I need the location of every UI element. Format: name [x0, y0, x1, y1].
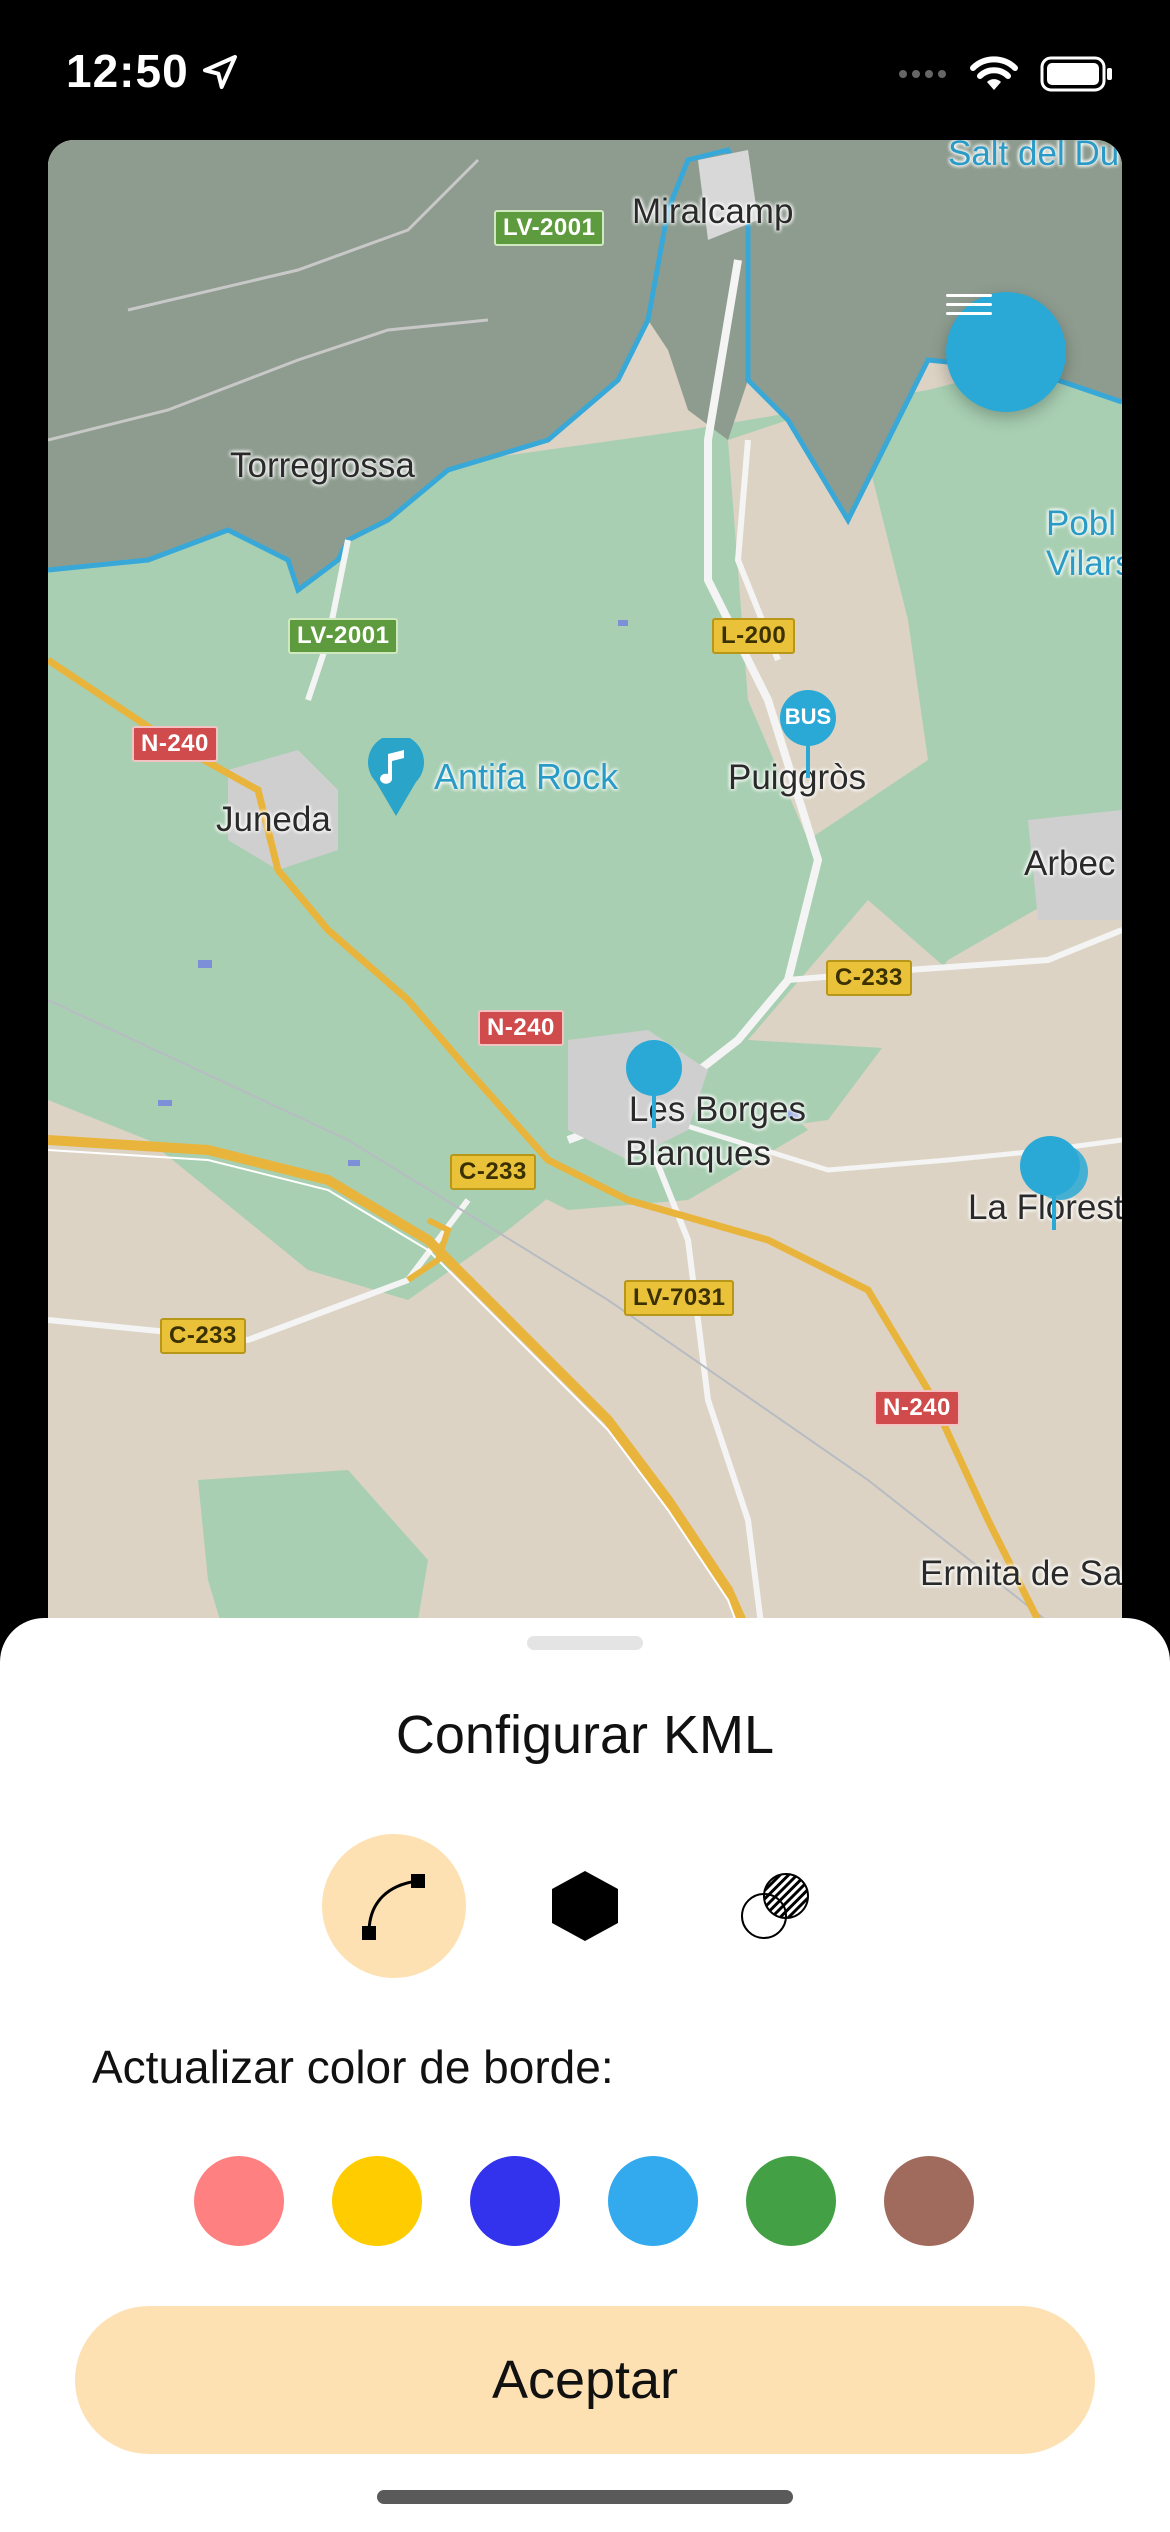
bus-stop-label: BUS	[784, 704, 832, 729]
map-label-water-line: Pobl Vilars	[1046, 504, 1122, 583]
map-label-water: Pobl Vilars	[1046, 504, 1122, 584]
color-swatch-yellow[interactable]	[332, 2156, 422, 2246]
map-label-place: Juneda	[216, 800, 331, 839]
sheet-grabber[interactable]	[527, 1636, 643, 1650]
line-mode-button[interactable]	[322, 1834, 466, 1978]
bus-stop-marker[interactable]: BUS	[778, 688, 838, 780]
color-swatch-red[interactable]	[194, 2156, 284, 2246]
map-menu-button[interactable]	[946, 292, 1066, 412]
cellular-signal-icon	[899, 70, 946, 78]
map-label-place: Arbec	[1024, 844, 1116, 883]
map-label-place: Ermita de Sa	[920, 1554, 1122, 1593]
menu-lines-icon	[946, 294, 992, 315]
road-shield: N-240	[874, 1390, 960, 1426]
road-shield: LV-2001	[288, 618, 399, 654]
sheet-title: Configurar KML	[395, 1705, 775, 1765]
battery-icon	[1040, 56, 1112, 92]
road-shield: C-233	[450, 1154, 536, 1190]
bus-stop-marker[interactable]	[1018, 1132, 1090, 1232]
status-bar: 12:50	[0, 0, 1170, 140]
hexagon-icon	[552, 1871, 618, 1941]
wifi-icon	[970, 56, 1018, 90]
polygon-mode-button[interactable]	[513, 1834, 657, 1978]
road-shield: C-233	[826, 960, 912, 996]
border-color-label: Actualizar color de borde:	[92, 2041, 614, 2093]
map-label-place: Torregrossa	[230, 446, 415, 485]
overlap-circles-icon	[741, 1873, 809, 1939]
road-shield: N-240	[132, 726, 218, 762]
poi-marker[interactable]	[366, 738, 426, 818]
road-shield: LV-2001	[494, 210, 605, 246]
color-swatch-blue[interactable]	[470, 2156, 560, 2246]
home-indicator	[377, 2490, 793, 2504]
map-view[interactable]: Salt del Du Miralcamp Torregrossa Pobl V…	[48, 140, 1122, 1680]
map-label-place: Les Borges Blanques	[590, 1044, 806, 1220]
color-swatch-brown[interactable]	[884, 2156, 974, 2246]
map-label-place: Miralcamp	[632, 192, 794, 231]
road-shield: LV-7031	[624, 1280, 735, 1316]
location-arrow-icon	[203, 55, 237, 89]
kml-config-sheet: Configurar KML Actualizar color de borde…	[0, 1618, 1170, 2532]
color-swatch-green[interactable]	[746, 2156, 836, 2246]
bus-stop-marker[interactable]	[624, 1038, 684, 1130]
intersection-mode-button[interactable]	[704, 1834, 848, 1978]
bezier-curve-icon	[362, 1874, 425, 1940]
status-time: 12:50	[66, 45, 189, 97]
road-shield: C-233	[160, 1318, 246, 1354]
color-swatch-light-blue[interactable]	[608, 2156, 698, 2246]
drawing-mode-selector	[0, 1834, 1170, 1978]
road-shield: N-240	[478, 1010, 564, 1046]
road-shield: L-200	[712, 618, 796, 654]
accept-button[interactable]: Aceptar	[75, 2306, 1095, 2454]
status-indicators	[898, 54, 1114, 94]
map-label-water: Salt del Du	[948, 140, 1120, 173]
music-note-icon	[368, 738, 424, 816]
poi-label[interactable]: Antifa Rock	[434, 756, 618, 798]
